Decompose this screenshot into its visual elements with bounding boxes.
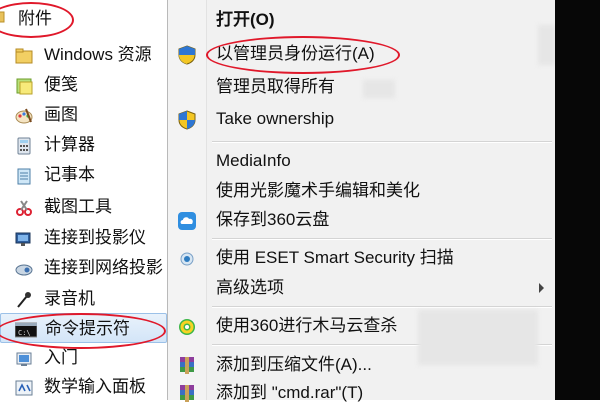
cloud-360-icon <box>177 211 197 231</box>
menu-item-advanced-options[interactable]: 高级选项 <box>168 273 556 303</box>
start-item-label: 附件 <box>18 9 52 28</box>
desktop-background <box>555 0 600 400</box>
windows-explorer-icon <box>15 47 33 65</box>
menu-item-label: 使用 ESET Smart Security 扫描 <box>216 248 454 267</box>
obscured-area <box>363 80 395 98</box>
winrar-icon <box>177 356 197 376</box>
start-item-sticky-notes[interactable]: 便笺 <box>0 70 167 100</box>
menu-item-label: 使用360进行木马云查杀 <box>216 316 398 335</box>
menu-item-take-ownership[interactable]: Take ownership <box>168 104 556 134</box>
start-item-label: 截图工具 <box>44 197 112 216</box>
menu-item-neoimaging-edit[interactable]: 使用光影魔术手编辑和美化 <box>168 176 556 206</box>
obscured-area <box>418 310 538 365</box>
start-item-label: 画图 <box>44 105 78 124</box>
sticky-notes-icon <box>15 77 33 95</box>
calculator-icon <box>15 137 33 155</box>
uac-shield-icon <box>177 45 197 65</box>
math-input-icon <box>15 379 33 397</box>
snipping-tool-icon <box>15 199 33 217</box>
command-prompt-icon: C:\ <box>15 321 37 339</box>
menu-item-label: 以管理员身份运行(A) <box>216 44 375 63</box>
svg-text:C:\: C:\ <box>18 329 31 337</box>
start-menu-program-list: 附件 Windows 资源 便笺 画图 计算器 记事本 截图工具 连接到投影仪 … <box>0 0 167 400</box>
getting-started-icon <box>15 350 33 368</box>
menu-separator <box>212 306 552 308</box>
notepad-icon <box>15 167 33 185</box>
start-item-command-prompt[interactable]: C:\ 命令提示符 <box>0 313 167 343</box>
start-item-connect-network-projector[interactable]: 连接到网络投影 <box>0 253 167 283</box>
start-item-getting-started[interactable]: 入门 <box>0 343 167 373</box>
start-item-calculator[interactable]: 计算器 <box>0 130 167 160</box>
menu-item-eset-scan[interactable]: 使用 ESET Smart Security 扫描 <box>168 243 556 273</box>
start-item-label: 命令提示符 <box>45 319 130 338</box>
start-item-label: Windows 资源 <box>44 45 152 64</box>
start-item-snipping-tool[interactable]: 截图工具 <box>0 192 167 222</box>
start-item-label: 录音机 <box>44 289 95 308</box>
obscured-area <box>538 25 556 65</box>
context-menu: 打开(O) 以管理员身份运行(A) 管理员取得所有 Take ownership… <box>167 0 556 402</box>
menu-item-mediainfo[interactable]: MediaInfo <box>168 146 556 176</box>
start-item-paint[interactable]: 画图 <box>0 100 167 130</box>
menu-separator <box>212 141 552 143</box>
menu-item-run-as-admin[interactable]: 以管理员身份运行(A) <box>168 39 556 69</box>
menu-item-label: 添加到 "cmd.rar"(T) <box>216 383 364 402</box>
start-item-math-input-panel[interactable]: 数学输入面板 <box>0 372 167 400</box>
winrar-icon <box>177 384 197 404</box>
paint-icon <box>15 107 33 125</box>
start-item-notepad[interactable]: 记事本 <box>0 160 167 190</box>
network-projector-icon <box>15 260 33 278</box>
menu-item-add-to-cmd-rar[interactable]: 添加到 "cmd.rar"(T) <box>168 378 556 408</box>
submenu-arrow-icon <box>539 283 544 293</box>
start-item-windows-explorer[interactable]: Windows 资源 <box>0 40 167 70</box>
start-item-label: 便笺 <box>44 75 78 94</box>
menu-item-label: MediaInfo <box>216 151 291 170</box>
menu-item-label: 管理员取得所有 <box>216 77 335 96</box>
menu-item-label: 添加到压缩文件(A)... <box>216 355 372 374</box>
start-item-sound-recorder[interactable]: 录音机 <box>0 284 167 314</box>
folder-icon <box>0 10 6 24</box>
uac-shield-icon <box>177 110 197 130</box>
menu-item-label: 使用光影魔术手编辑和美化 <box>216 181 420 200</box>
microphone-icon <box>15 291 33 309</box>
start-item-label: 连接到投影仪 <box>44 228 146 247</box>
menu-item-open[interactable]: 打开(O) <box>168 5 556 35</box>
start-item-label: 数学输入面板 <box>44 377 146 396</box>
menu-item-label: Take ownership <box>216 109 335 128</box>
start-item-connect-projector[interactable]: 连接到投影仪 <box>0 223 167 253</box>
projector-icon <box>15 230 33 248</box>
start-item-label: 记事本 <box>44 165 95 184</box>
menu-item-save-360-cloud[interactable]: 保存到360云盘 <box>168 205 556 235</box>
360-security-icon <box>177 317 197 337</box>
menu-item-label: 保存到360云盘 <box>216 210 330 229</box>
eset-icon <box>177 249 197 269</box>
menu-separator <box>212 238 552 240</box>
start-item-label: 入门 <box>44 348 78 367</box>
menu-item-take-ownership-cn[interactable]: 管理员取得所有 <box>168 72 556 102</box>
start-item-label: 连接到网络投影 <box>44 258 163 277</box>
menu-item-label: 高级选项 <box>216 278 284 297</box>
start-item-label: 计算器 <box>44 135 95 154</box>
menu-item-label: 打开(O) <box>216 10 275 29</box>
start-item-accessories-folder[interactable]: 附件 <box>0 0 167 30</box>
